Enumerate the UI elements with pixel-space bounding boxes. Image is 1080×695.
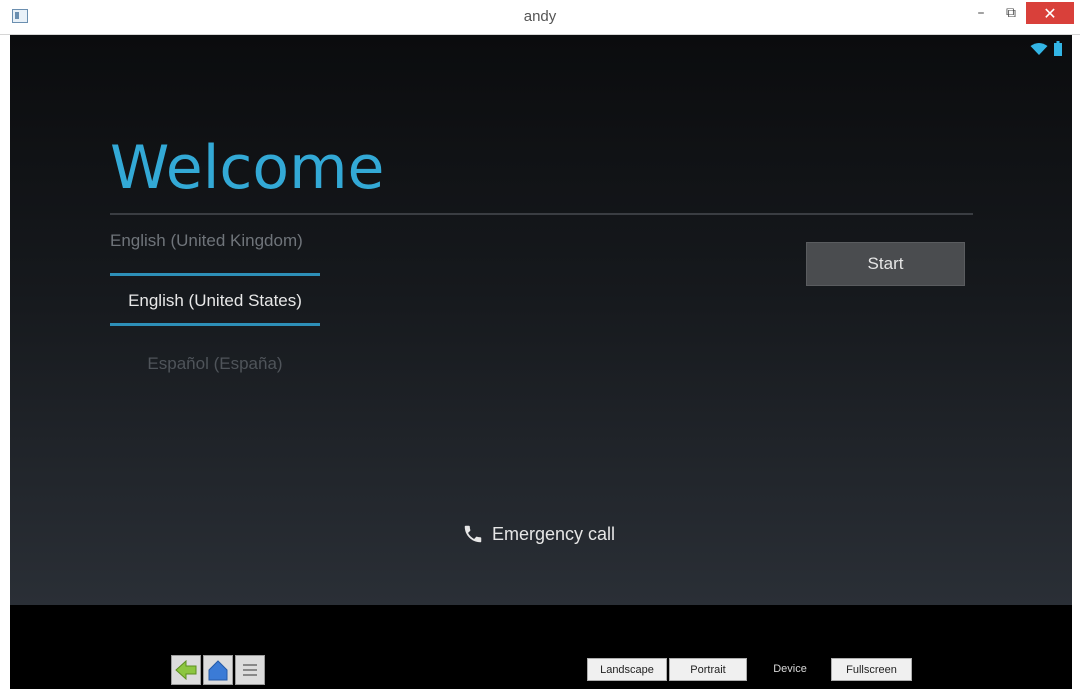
- bottom-control-bar: Landscape Portrait Device Fullscreen: [10, 605, 1072, 689]
- minimize-button[interactable]: –: [966, 2, 996, 24]
- portrait-button[interactable]: Portrait: [669, 658, 747, 681]
- back-button[interactable]: [171, 655, 201, 685]
- language-option-en-us[interactable]: English (United States): [110, 291, 320, 311]
- window-title: andy: [523, 8, 557, 25]
- maximize-button[interactable]: ⧉: [996, 2, 1026, 24]
- menu-icon: [243, 664, 257, 676]
- status-bar: [1030, 41, 1062, 56]
- home-button[interactable]: [203, 655, 233, 685]
- wifi-icon: [1030, 42, 1048, 55]
- window-titlebar: andy – ⧉ ✕: [0, 0, 1080, 35]
- selection-line-top: [110, 273, 320, 276]
- start-button[interactable]: Start: [806, 242, 965, 286]
- emergency-call-label: Emergency call: [492, 523, 616, 544]
- device-label: Device: [773, 663, 807, 675]
- back-arrow-icon: [175, 660, 197, 680]
- device-screen: Welcome English (United Kingdom) English…: [10, 35, 1072, 605]
- language-option-en-gb[interactable]: English (United Kingdom): [110, 231, 320, 251]
- language-option-es-es[interactable]: Español (España): [110, 354, 320, 374]
- close-button[interactable]: ✕: [1026, 2, 1074, 24]
- battery-icon: [1054, 41, 1062, 56]
- landscape-button[interactable]: Landscape: [587, 658, 667, 681]
- emergency-call-button[interactable]: Emergency call: [462, 523, 615, 545]
- welcome-title: Welcome: [110, 133, 385, 203]
- home-icon: [208, 660, 228, 681]
- menu-button[interactable]: [235, 655, 265, 685]
- phone-icon: [464, 525, 482, 543]
- window-frame-bottom: [0, 689, 1080, 695]
- selection-line-bottom: [110, 323, 320, 326]
- fullscreen-button[interactable]: Fullscreen: [831, 658, 912, 681]
- title-divider: [110, 213, 973, 215]
